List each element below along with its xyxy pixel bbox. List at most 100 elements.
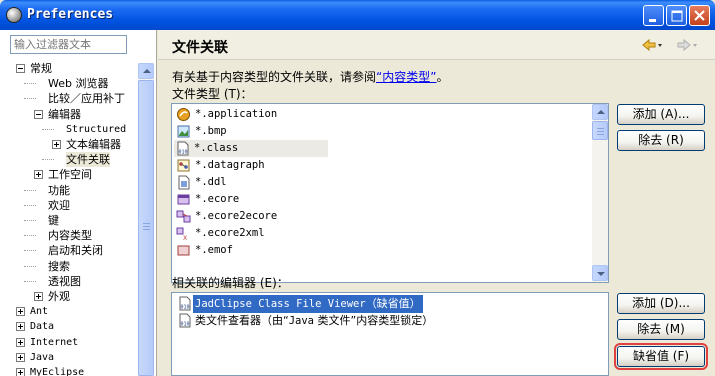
page-title: 文件关联 (172, 40, 228, 56)
preference-tree: 常规 Web 浏览器比较／应用补丁 编辑器 Structured 文本编辑器 文件关联 工作… (16, 61, 138, 376)
minimize-button[interactable] (643, 5, 664, 26)
expand-icon[interactable] (16, 368, 25, 376)
tree-connector (24, 220, 36, 221)
editor-name-main: Java (288, 315, 314, 327)
file-type-name: *.emof (195, 244, 233, 256)
editor-name: JadClipse Class File Viewer（缺省值） (193, 295, 423, 313)
file-type-name: *.datagraph (195, 159, 265, 171)
forward-arrow-icon (677, 38, 697, 52)
editor-name: 类文件查看器（由“Java 类文件”内容类型锁定） (193, 312, 435, 330)
tree-connector (24, 205, 36, 206)
tree-item[interactable]: 启动和关闭 (16, 243, 138, 258)
tree-item[interactable]: 内容类型 (16, 228, 138, 243)
editor-name-main: JadClipse Class File Viewer (195, 298, 366, 310)
tree-item-label: Web 浏览器 (48, 77, 109, 90)
file-type-name: *.class (194, 142, 239, 154)
tree-item[interactable]: MyEclipse (16, 365, 138, 376)
collapse-icon[interactable] (34, 110, 43, 119)
tree-item[interactable]: 搜索 (16, 259, 138, 274)
file-type-item[interactable]: 010 *.class (174, 140, 328, 157)
close-icon (694, 10, 705, 21)
tree-connector (24, 281, 36, 282)
expand-icon[interactable] (52, 140, 61, 149)
tree-item[interactable]: 编辑器 (16, 107, 138, 122)
file-types-scroll-up[interactable] (592, 104, 608, 120)
tree-item[interactable]: Structured (16, 122, 138, 137)
tree-item-label: 文件关联 (66, 152, 110, 167)
expand-icon[interactable] (16, 322, 25, 331)
tree-scroll-up[interactable] (138, 63, 154, 79)
tree-scrollbar[interactable] (138, 63, 154, 376)
tree-item[interactable]: Java (16, 350, 138, 365)
file-type-name: *.ecore2xml (195, 227, 265, 239)
tree-item-label: 比较／应用补丁 (48, 92, 125, 105)
tree-item-label: Java (30, 352, 55, 363)
file-type-name: *.ddl (195, 176, 227, 188)
tree-item-label: 文本编辑器 (66, 138, 121, 151)
tree-item[interactable]: 文本编辑器 (16, 137, 138, 152)
description-suffix: 。 (436, 70, 449, 84)
forward-button[interactable] (676, 38, 698, 52)
file-types-scroll-down[interactable] (592, 265, 608, 281)
expand-icon[interactable] (16, 307, 25, 316)
page-header: 文件关联 (158, 30, 715, 60)
collapse-icon[interactable] (16, 64, 25, 73)
tree-item-label: Data (30, 321, 55, 332)
tree-item-label: MyEclipse (30, 367, 85, 376)
preference-tree-panel: 常规 Web 浏览器比较／应用补丁编辑器 Structured 文本编辑器文件关联工作… (0, 30, 157, 376)
expand-icon[interactable] (16, 353, 25, 362)
tree-item[interactable]: 欢迎 (16, 198, 138, 213)
page-description: 有关基于内容类型的文件关联，请参阅“内容类型”。 (172, 68, 448, 85)
tree-item[interactable]: 文件关联 (16, 152, 138, 167)
expand-icon[interactable] (16, 338, 25, 347)
file-types-list[interactable]: *.application *.bmp 010 *.class *.datagraph *… (171, 103, 609, 283)
content-types-link[interactable]: “内容类型” (376, 70, 436, 84)
description-text: 有关基于内容类型的文件关联，请参阅 (172, 70, 377, 84)
svg-text:010: 010 (179, 150, 188, 156)
tree-item-label: 透视图 (48, 275, 81, 288)
default-editor-button[interactable]: 缺省值 (F) (614, 343, 708, 370)
tree-item[interactable]: 功能 (16, 183, 138, 198)
tree-item-label: 启动和关闭 (48, 244, 103, 257)
tree-item[interactable]: 工作空间 (16, 167, 138, 182)
eclipse-icon (6, 7, 22, 23)
maximize-button[interactable] (666, 5, 687, 26)
tree-item-label: 内容类型 (48, 229, 92, 242)
file-type-name: *.application (195, 108, 278, 120)
file-types-scroll-thumb[interactable] (592, 121, 608, 140)
tree-item-label: 功能 (48, 184, 70, 197)
close-button[interactable] (689, 5, 710, 26)
tree-item-label: 键 (48, 214, 59, 227)
tree-item[interactable]: Data (16, 319, 138, 334)
svg-text:X: X (183, 235, 187, 241)
add-editor-button[interactable]: 添加 (D)... (617, 293, 705, 314)
svg-text:010: 010 (181, 305, 190, 311)
tree-item-label: 欢迎 (48, 199, 70, 212)
expand-icon[interactable] (34, 170, 43, 179)
editor-name-suffix: 类文件”内容类型锁定） (314, 314, 434, 327)
remove-editor-button[interactable]: 除去 (M) (617, 319, 705, 340)
tree-item[interactable]: Internet (16, 335, 138, 350)
tree-item[interactable]: Web 浏览器 (16, 76, 138, 91)
back-button[interactable] (641, 38, 663, 52)
remove-file-type-button[interactable]: 除去 (R) (617, 130, 705, 151)
title-bar[interactable]: Preferences (0, 0, 715, 30)
tree-item[interactable]: 常规 (16, 61, 138, 76)
tree-item[interactable]: 比较／应用补丁 (16, 91, 138, 106)
tree-item-label: Ant (30, 306, 49, 317)
file-types-label: 文件类型 (T)： (172, 87, 253, 101)
file-types-scrollbar[interactable] (592, 104, 608, 282)
tree-scroll-thumb[interactable] (138, 80, 154, 376)
tree-item[interactable]: 键 (16, 213, 138, 228)
preferences-window: Preferences 常规 Web 浏览器比较／应用补丁编辑器 Structure… (0, 0, 715, 376)
add-file-type-button[interactable]: 添加 (A)... (617, 104, 705, 125)
tree-item[interactable]: Ant (16, 304, 138, 319)
tree-item-label: 编辑器 (48, 108, 81, 121)
expand-icon[interactable] (34, 292, 43, 301)
associated-editors-list[interactable]: 010 JadClipse Class File Viewer（缺省值） 010 类文… (171, 292, 609, 376)
tree-item-label: 搜索 (48, 260, 70, 273)
tree-item[interactable]: 透视图 (16, 274, 138, 289)
filter-input[interactable] (10, 35, 127, 54)
tree-item[interactable]: 外观 (16, 289, 138, 304)
tree-connector (42, 129, 54, 130)
